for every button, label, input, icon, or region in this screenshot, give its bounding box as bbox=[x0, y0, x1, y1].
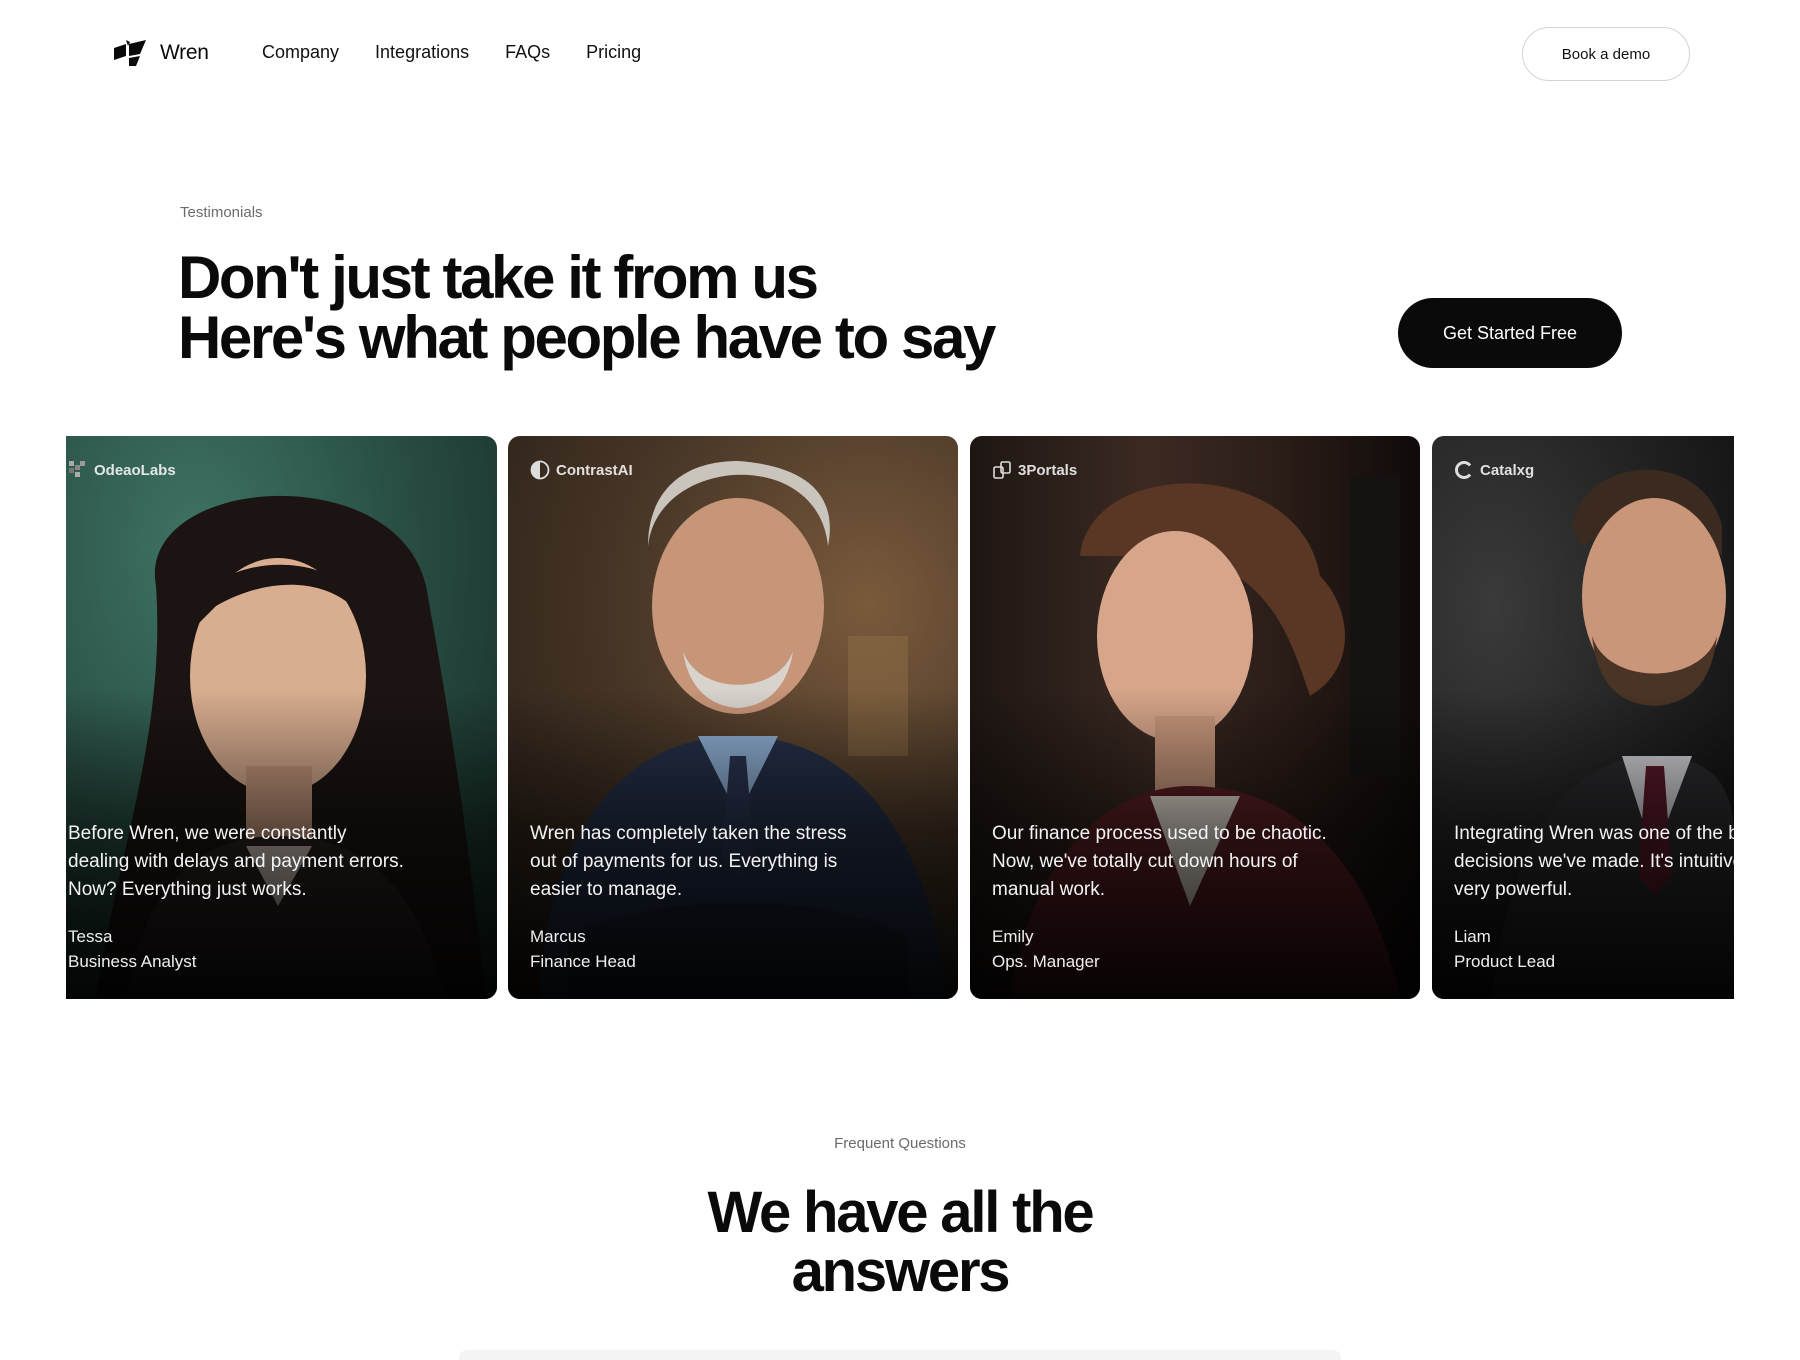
company-name: ContrastAI bbox=[556, 461, 633, 479]
testimonial-card[interactable]: OdeaoLabs Before Wren, we were constantl… bbox=[66, 436, 497, 999]
testimonial-author: Emily Ops. Manager bbox=[992, 924, 1100, 974]
company-name: Catalxg bbox=[1480, 461, 1535, 479]
author-name: Marcus bbox=[530, 927, 586, 946]
faq-heading: We have all the answers bbox=[0, 1183, 1800, 1301]
testimonial-card[interactable]: 3Portals Our finance process used to be … bbox=[970, 436, 1420, 999]
nav-links: Company Integrations FAQs Pricing bbox=[262, 42, 641, 63]
faq-list-top bbox=[459, 1350, 1341, 1360]
heading-line-1: Don't just take it from us bbox=[178, 244, 819, 311]
testimonial-quote: Integrating Wren was one of the best dec… bbox=[1454, 823, 1734, 900]
3portals-logo-icon bbox=[993, 461, 1011, 479]
testimonial-author: Marcus Finance Head bbox=[530, 924, 636, 974]
testimonial-card[interactable]: ContrastAI Wren has completely taken the… bbox=[508, 436, 958, 999]
company-name: OdeaoLabs bbox=[94, 461, 176, 479]
nav-link-pricing[interactable]: Pricing bbox=[586, 42, 641, 63]
testimonials-heading: Don't just take it from us Here's what p… bbox=[178, 244, 996, 371]
author-name: Tessa bbox=[68, 927, 113, 946]
nav-link-integrations[interactable]: Integrations bbox=[375, 42, 469, 63]
author-role: Product Lead bbox=[1454, 952, 1556, 971]
faq-heading-line-2: answers bbox=[791, 1239, 1011, 1304]
testimonial-author: Tessa Business Analyst bbox=[68, 924, 197, 974]
company-logo: Catalxg bbox=[1454, 460, 1534, 480]
heading-line-2: Here's what people have to say bbox=[178, 304, 996, 371]
book-demo-button[interactable]: Book a demo bbox=[1522, 27, 1690, 81]
nav-link-faqs[interactable]: FAQs bbox=[505, 42, 550, 63]
brand-name: Wren bbox=[160, 41, 209, 64]
author-role: Business Analyst bbox=[68, 952, 197, 971]
top-nav: Wren Company Integrations FAQs Pricing B… bbox=[0, 0, 1800, 108]
testimonials-eyebrow: Testimonials bbox=[180, 204, 263, 221]
wren-logo-icon bbox=[114, 40, 146, 66]
contrastai-logo-icon bbox=[530, 460, 550, 480]
company-logo: 3Portals bbox=[992, 460, 1077, 480]
faq-heading-line-1: We have all the bbox=[707, 1180, 1095, 1245]
company-logo: OdeaoLabs bbox=[68, 460, 176, 480]
catalxg-logo-icon bbox=[1455, 461, 1472, 479]
company-logo: ContrastAI bbox=[530, 460, 633, 480]
get-started-button[interactable]: Get Started Free bbox=[1398, 298, 1622, 368]
author-role: Finance Head bbox=[530, 952, 636, 971]
testimonial-quote: Before Wren, we were constantly dealing … bbox=[68, 823, 404, 900]
faq-eyebrow: Frequent Questions bbox=[834, 1135, 966, 1152]
testimonial-card[interactable]: Catalxg Integrating Wren was one of the … bbox=[1432, 436, 1734, 999]
nav-link-company[interactable]: Company bbox=[262, 42, 339, 63]
testimonial-quote: Our finance process used to be chaotic. … bbox=[992, 823, 1327, 900]
brand-logo[interactable]: Wren bbox=[112, 38, 209, 68]
odeaolabs-logo-icon bbox=[69, 461, 85, 477]
testimonial-carousel[interactable]: OdeaoLabs Before Wren, we were constantl… bbox=[0, 436, 1800, 999]
company-name: 3Portals bbox=[1018, 461, 1078, 479]
author-role: Ops. Manager bbox=[992, 952, 1100, 971]
testimonial-quote: Wren has completely taken the stress out… bbox=[530, 823, 847, 900]
author-name: Emily bbox=[992, 927, 1034, 946]
author-name: Liam bbox=[1454, 927, 1491, 946]
testimonial-author: Liam Product Lead bbox=[1454, 924, 1555, 974]
